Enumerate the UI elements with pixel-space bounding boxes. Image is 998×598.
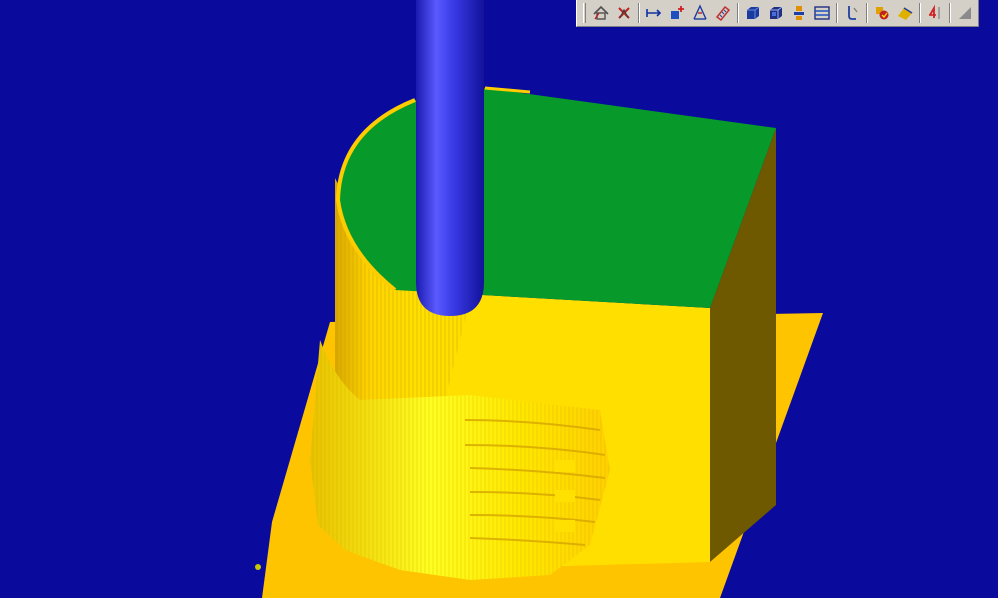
toolbar-separator [949,3,951,23]
shaded-view-icon [770,6,783,19]
add-point-button[interactable] [666,2,688,24]
debris-chip [255,564,261,570]
3d-scene[interactable] [0,0,998,598]
ruler-button[interactable] [712,2,734,24]
measure-distance-icon [646,9,662,17]
toolbar-separator [866,3,868,23]
add-point-icon [671,6,684,19]
resize-grip-icon [959,7,971,19]
solid-view-icon [747,6,760,19]
toolbar-separator [737,3,739,23]
toolbar-separator [919,3,921,23]
home-view-icon [593,5,609,20]
ruler-icon [715,5,731,22]
solid-view-button[interactable] [742,2,764,24]
toolbar-separator [836,3,838,23]
simulation-viewport[interactable] [0,0,998,598]
reset-icon [618,7,630,19]
toolbar-separator [638,3,640,23]
cutting-tool [416,0,484,316]
simulate-icon [898,7,913,20]
view-toolbar [576,0,979,27]
home-view-button[interactable] [590,2,612,24]
measure-distance-button[interactable] [643,2,665,24]
tool-path-button[interactable] [841,2,863,24]
section-button[interactable] [811,2,833,24]
reset-button[interactable] [613,2,635,24]
compare-button[interactable] [871,2,893,24]
stock-top-face [338,88,776,308]
step-icon [929,4,940,19]
toolbar-grip[interactable] [583,3,586,23]
simulate-button[interactable] [894,2,916,24]
shaded-view-button[interactable] [765,2,787,24]
section-icon [814,6,830,20]
step-button[interactable] [924,2,946,24]
angle-measure-button[interactable] [689,2,711,24]
angle-measure-icon [693,4,707,20]
stock-icon [794,6,804,20]
resize-grip-button[interactable] [954,2,976,24]
stock-button[interactable] [788,2,810,24]
compare-icon [876,7,889,20]
tool-path-icon [848,6,858,20]
